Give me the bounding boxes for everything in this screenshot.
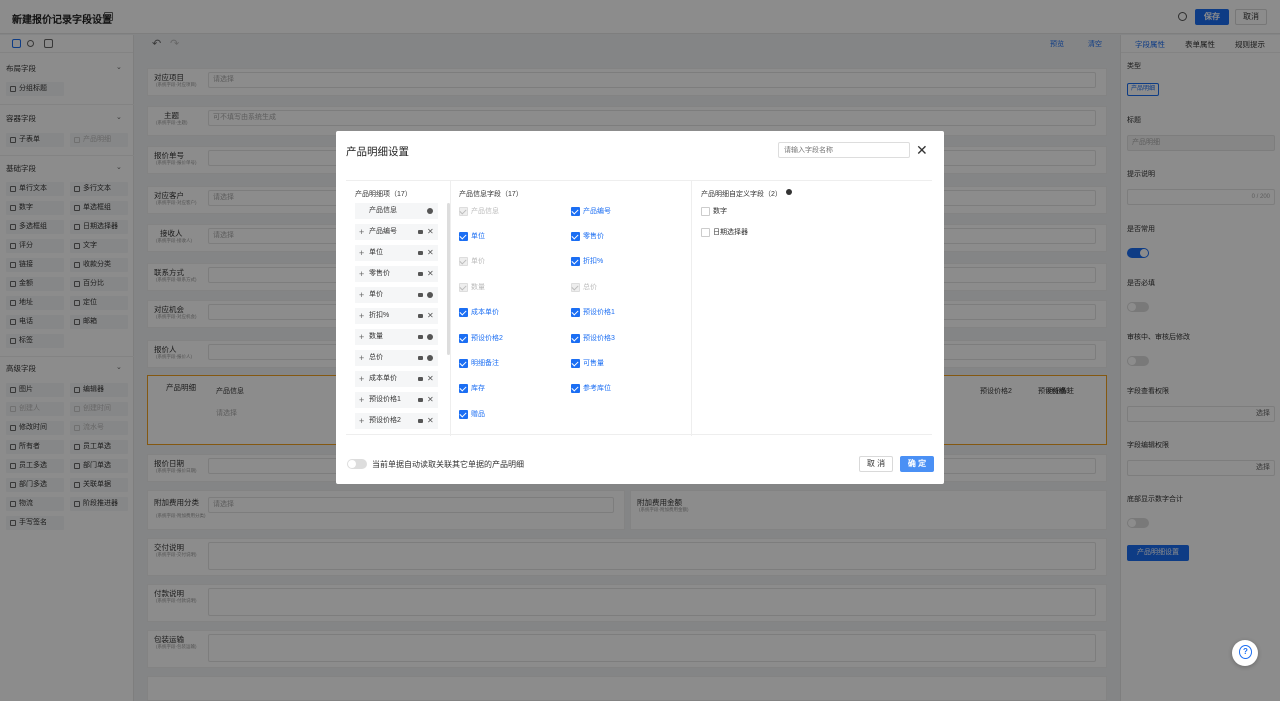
field-checkbox: 数量 [459, 283, 485, 292]
custom-checkbox[interactable]: 日期选择器 [701, 228, 748, 237]
dialog-cancel-button[interactable]: 取 消 [859, 456, 893, 472]
field-search-input[interactable] [778, 142, 910, 158]
product-detail-dialog: 产品明细设置 ✕ 产品明细项（17） 产品信息字段（17） 产品明细自定义字段（… [336, 131, 944, 484]
list-item[interactable]: + 单价 [355, 287, 438, 303]
field-checkbox[interactable]: 产品编号 [571, 207, 611, 216]
field-checkbox: 单价 [459, 257, 485, 266]
list-item[interactable]: + 零售价 ✕ [355, 266, 438, 282]
help-icon[interactable] [1232, 640, 1258, 666]
field-checkbox[interactable]: 预设价格3 [571, 334, 615, 343]
field-checkbox[interactable]: 成本单价 [459, 308, 499, 317]
list-item[interactable]: + 预设价格1 ✕ [355, 392, 438, 408]
custom-fields-title: 产品明细自定义字段（2） [701, 191, 782, 198]
field-checkbox[interactable]: 单位 [459, 232, 485, 241]
field-checkbox[interactable]: 库存 [459, 384, 485, 393]
field-checkbox[interactable]: 预设价格1 [571, 308, 615, 317]
auto-read-toggle[interactable] [347, 459, 367, 469]
field-checkbox: 产品信息 [459, 207, 499, 216]
field-checkbox[interactable]: 预设价格2 [459, 334, 503, 343]
list-item[interactable]: + 总价 [355, 350, 438, 366]
field-checkbox[interactable]: 折扣% [571, 257, 603, 266]
list-item: 产品信息 [355, 203, 438, 219]
list-item[interactable]: + 产品编号 ✕ [355, 224, 438, 240]
list-item[interactable]: + 预设价格2 ✕ [355, 413, 438, 429]
auto-read-label: 当前单据自动读取关联其它单据的产品明细 [372, 460, 524, 469]
field-checkbox[interactable]: 零售价 [571, 232, 604, 241]
dialog-ok-button[interactable]: 确 定 [900, 456, 934, 472]
close-icon[interactable]: ✕ [916, 142, 928, 158]
list-item[interactable]: + 折扣% ✕ [355, 308, 438, 324]
dialog-title: 产品明细设置 [346, 146, 409, 158]
custom-checkbox[interactable]: 数字 [701, 207, 727, 216]
info-fields-title: 产品信息字段（17） [459, 191, 523, 198]
question-icon[interactable] [786, 189, 792, 195]
field-checkbox[interactable]: 赠品 [459, 410, 485, 419]
field-checkbox[interactable]: 可售量 [571, 359, 604, 368]
field-checkbox[interactable]: 明细备注 [459, 359, 499, 368]
list-item[interactable]: + 数量 [355, 329, 438, 345]
field-checkbox[interactable]: 参考库位 [571, 384, 611, 393]
field-checkbox: 总价 [571, 283, 597, 292]
list-item[interactable]: + 单位 ✕ [355, 245, 438, 261]
list-item[interactable]: + 成本单价 ✕ [355, 371, 438, 387]
dialog-body: 产品明细项（17） 产品信息字段（17） 产品明细自定义字段（2） 产品信息 +… [346, 180, 932, 436]
list-title: 产品明细项（17） [355, 191, 412, 198]
